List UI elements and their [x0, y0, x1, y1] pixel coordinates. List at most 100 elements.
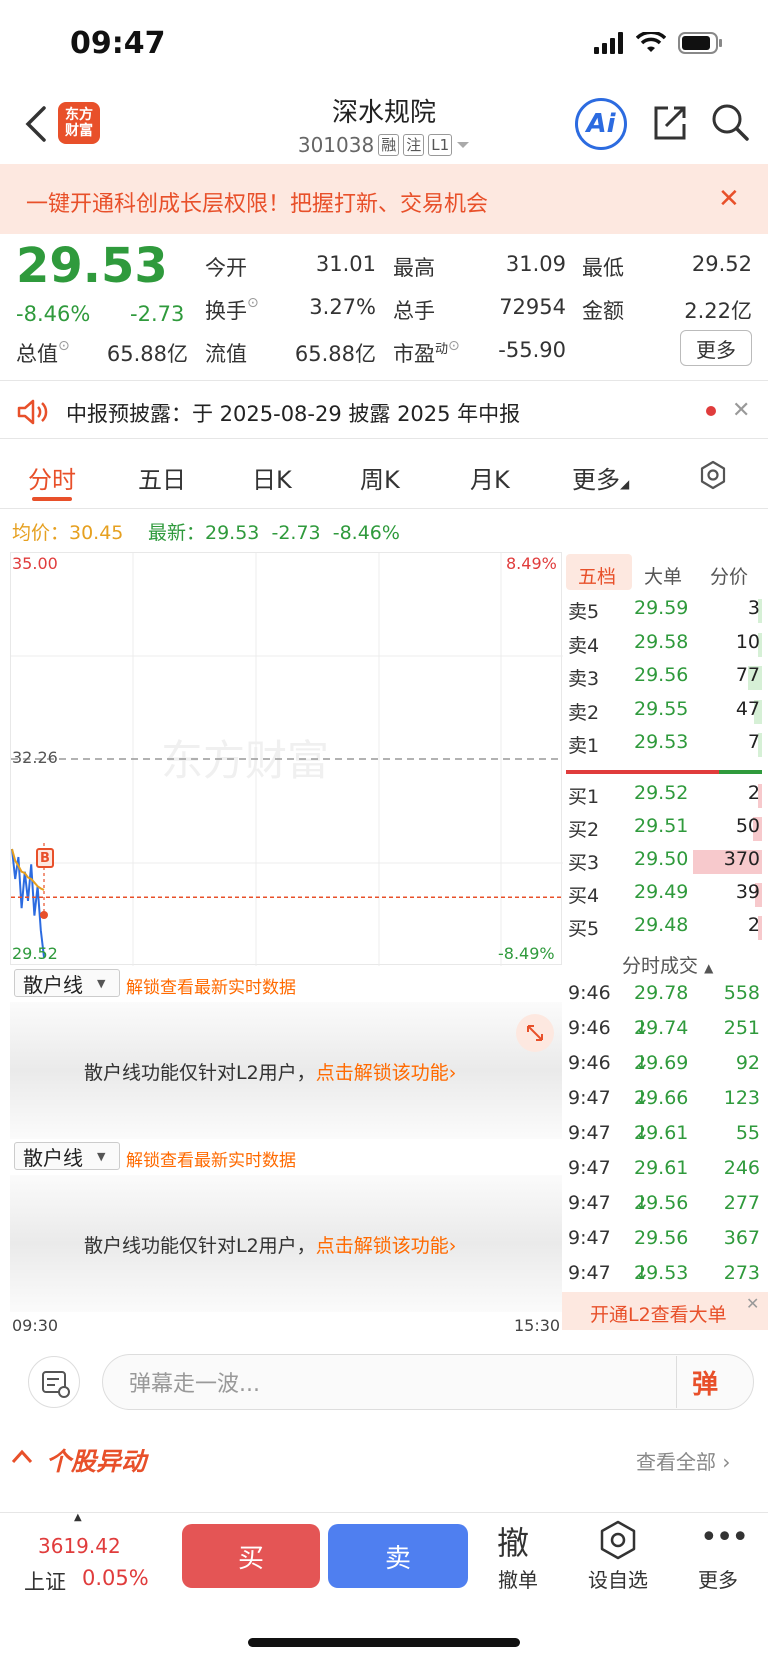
ask-row[interactable]: 卖5 29.59 3	[568, 597, 764, 627]
trade-tick-row: 9:46 29.69 ↓ 92	[568, 1052, 764, 1082]
pct-max-label: 8.49%	[506, 554, 557, 573]
bid-row[interactable]: 买5 29.48 2	[568, 914, 764, 944]
level-price: 29.50	[634, 848, 689, 870]
tab-weekly-k[interactable]: 周K	[360, 460, 400, 495]
chevron-up-icon[interactable]	[10, 1446, 34, 1468]
level-label: 卖3	[568, 668, 600, 690]
ask-row[interactable]: 卖3 29.56 77	[568, 664, 764, 694]
cancel-label[interactable]: 撤单	[478, 1564, 558, 1593]
tab-five-day[interactable]: 五日	[138, 460, 186, 495]
trade-tick-row: 9:47 29.56 ↓ 277	[568, 1192, 764, 1222]
tab-monthly-k[interactable]: 月K	[470, 460, 510, 495]
danmu-toggle-button[interactable]: 弹	[692, 1364, 718, 1401]
level-label: 卖2	[568, 701, 600, 724]
registration-tag: 注	[403, 134, 425, 156]
ai-button[interactable]: Ai	[575, 98, 627, 150]
ask-row[interactable]: 卖1 29.53 7	[568, 731, 764, 761]
unlock-hint[interactable]: 解锁查看最新实时数据	[126, 973, 296, 998]
turnover-label: 换手⊙	[205, 295, 259, 325]
panel-message: 散户线功能仅针对L2用户，点击解锁该功能›	[84, 1231, 456, 1258]
l2-close-icon[interactable]: ✕	[746, 1294, 759, 1313]
tab-five-levels[interactable]: 五档	[578, 562, 616, 589]
tick-time: 9:47	[568, 1087, 611, 1109]
amount-label: 金额	[582, 299, 624, 323]
indicator-dropdown[interactable]: 散户线 ▼	[14, 1142, 120, 1170]
tick-time: 9:47	[568, 1122, 611, 1144]
tick-time: 9:47	[568, 1192, 611, 1214]
settings-icon[interactable]	[698, 460, 728, 490]
amount-value: 2.22亿	[684, 299, 752, 323]
signal-icon	[594, 32, 623, 54]
promo-close-icon[interactable]: ✕	[718, 184, 740, 214]
ask-row[interactable]: 卖4 29.58 10	[568, 631, 764, 661]
level-qty: 10	[735, 630, 760, 653]
tab-price-distribution[interactable]: 分价	[710, 562, 748, 589]
indicator-dropdown[interactable]: 散户线 ▼	[14, 969, 120, 997]
tab-big-orders[interactable]: 大单	[644, 562, 682, 589]
watermark-text: 东方财富	[161, 737, 329, 784]
panel-message: 散户线功能仅针对L2用户，点击解锁该功能›	[84, 1058, 456, 1085]
info-icon[interactable]: ⊙	[247, 295, 259, 311]
tick-qty: 92	[735, 1052, 760, 1074]
tick-price-value: 29.78	[634, 982, 689, 1004]
unlock-link[interactable]: 点击解锁该功能	[316, 1062, 449, 1084]
danmu-input[interactable]: 弹幕走一波...	[102, 1354, 754, 1410]
tab-daily-k[interactable]: 日K	[252, 460, 292, 495]
low-label: 最低	[582, 256, 624, 280]
view-all-link[interactable]: 查看全部 ›	[636, 1446, 730, 1475]
bid-row[interactable]: 买4 29.49 39	[568, 881, 764, 911]
more-button[interactable]: 更多	[680, 330, 752, 366]
watchlist-icon[interactable]	[598, 1520, 638, 1560]
buy-button[interactable]: 买	[182, 1524, 320, 1588]
ask-row[interactable]: 卖2 29.55 47	[568, 698, 764, 728]
tab-more[interactable]: 更多◢	[572, 460, 629, 495]
tick-direction: ↓	[634, 1017, 650, 1039]
danmu-list-icon[interactable]	[28, 1356, 80, 1408]
search-icon[interactable]	[710, 102, 750, 142]
more-label[interactable]: 更多	[678, 1564, 758, 1593]
info-icon[interactable]: ⊙	[448, 338, 460, 354]
promo-text[interactable]: 一键开通科创成长层权限！把握打新、交易机会	[26, 186, 488, 218]
bid-row[interactable]: 买1 29.52 2	[568, 782, 764, 812]
avg-price-label: 均价：30.45	[12, 522, 124, 544]
tick-qty: 277	[723, 1192, 760, 1214]
bid-row[interactable]: 买2 29.51 50	[568, 815, 764, 845]
cancel-icon[interactable]: 撤	[497, 1518, 529, 1564]
low-value: 29.52	[691, 252, 752, 276]
bid-ask-ratio-bar	[566, 770, 762, 774]
tick-time: 9:47	[568, 1157, 611, 1179]
turnover-label-text: 换手	[205, 299, 247, 323]
tick-qty: 55	[735, 1122, 760, 1144]
buy-signal-marker[interactable]: B	[36, 848, 54, 868]
chevron-right-icon: ›	[448, 1062, 457, 1084]
expand-icon[interactable]	[516, 1014, 554, 1052]
marker-dot	[40, 911, 48, 919]
tick-price-value: 29.61	[634, 1157, 689, 1179]
unlock-hint[interactable]: 解锁查看最新实时数据	[126, 1146, 296, 1171]
share-icon[interactable]	[650, 102, 690, 142]
notice-text[interactable]: 中报预披露：于 2025-08-29 披露 2025 年中报	[66, 398, 520, 428]
level-price: 29.59	[634, 597, 689, 619]
index-change[interactable]: 0.05%	[82, 1566, 149, 1590]
l2-upgrade-label[interactable]: 开通L2查看大单	[590, 1300, 727, 1327]
caret-down-icon: ◢	[620, 477, 630, 491]
tick-direction: ↓	[634, 1087, 650, 1109]
trade-tick-row: 9:46 29.78 558	[568, 982, 764, 1012]
watchlist-label[interactable]: 设自选	[578, 1564, 658, 1593]
trade-tick-row: 9:47 29.56 367	[568, 1227, 764, 1257]
notice-close-icon[interactable]: ✕	[732, 398, 750, 423]
bid-row[interactable]: 买3 29.50 370	[568, 848, 764, 878]
intraday-chart[interactable]: 东方财富	[10, 552, 563, 966]
tab-intraday[interactable]: 分时	[28, 460, 76, 495]
tick-time: 9:46	[568, 1052, 611, 1074]
unlock-link[interactable]: 点击解锁该功能	[316, 1235, 449, 1257]
info-icon[interactable]: ⊙	[58, 338, 70, 354]
ticks-title[interactable]: 分时成交 ▲	[622, 951, 713, 978]
index-value[interactable]: 3619.42	[38, 1534, 121, 1558]
margin-tag: 融	[378, 134, 400, 156]
more-dots-icon[interactable]: •••	[700, 1520, 749, 1555]
sell-button[interactable]: 卖	[328, 1524, 468, 1588]
index-name[interactable]: 上证	[24, 1566, 66, 1596]
level-label: 卖1	[568, 735, 600, 757]
dropdown-label: 散户线	[23, 1145, 83, 1170]
